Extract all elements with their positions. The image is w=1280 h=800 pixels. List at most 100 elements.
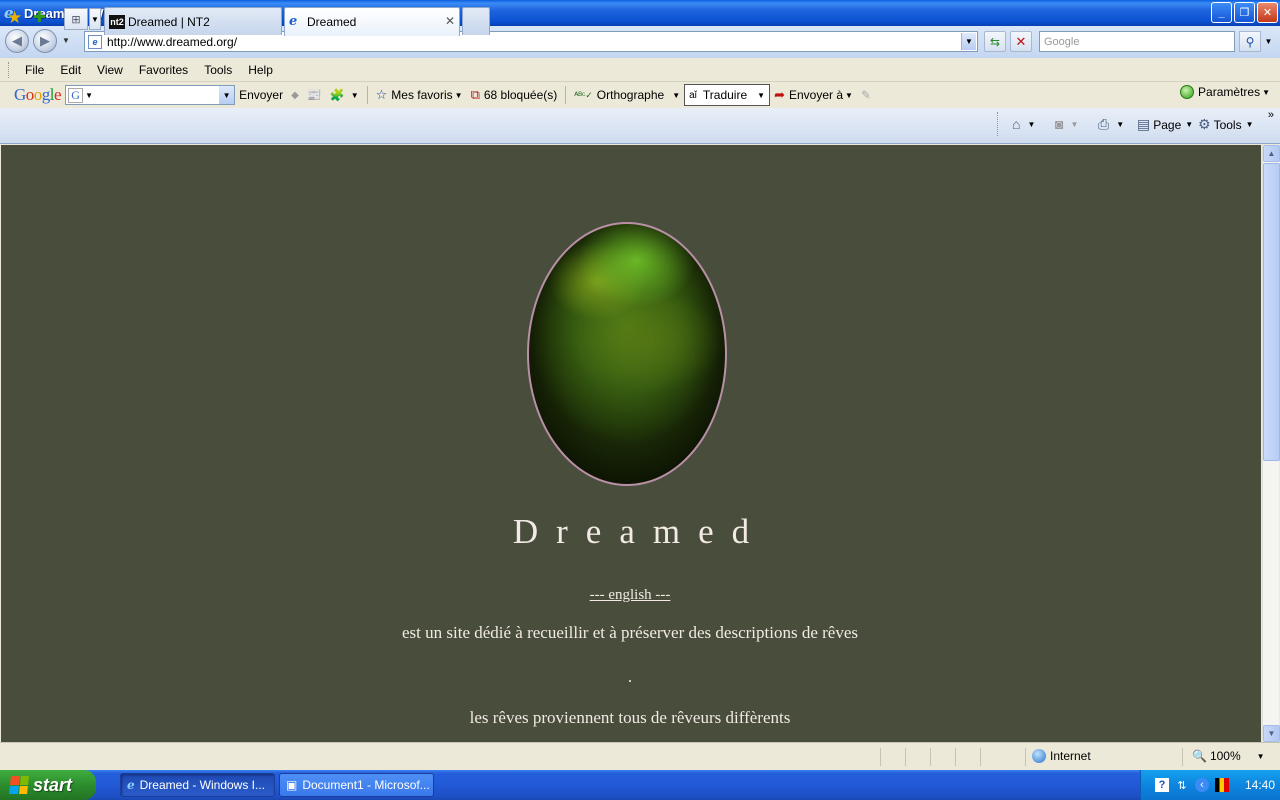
status-divider (880, 748, 881, 766)
zoom-dropdown-icon[interactable]: ▼ (1257, 752, 1265, 761)
news-icon[interactable]: 📰 (303, 84, 326, 106)
address-dropdown-icon[interactable]: ▼ (961, 33, 976, 50)
new-tab-button[interactable] (462, 7, 490, 35)
gear-icon: ⚙ (1198, 116, 1211, 132)
forward-button[interactable]: ▶ (33, 29, 57, 53)
toolbar-separator-icon: ◆ (291, 89, 299, 101)
tab-list-dropdown[interactable]: ▼ (89, 8, 101, 30)
minimize-icon[interactable]: _ (1211, 2, 1232, 23)
nt2-favicon-icon: nt2 (109, 14, 125, 29)
page-content: Dreamed --- english --- est un site dédi… (1, 145, 1261, 742)
tab-bar (0, 108, 1280, 144)
ie-favicon-icon: e (289, 14, 298, 29)
language-flag-icon[interactable] (1215, 778, 1229, 792)
menu-view[interactable]: View (89, 63, 131, 77)
network-icon[interactable]: ⇅ (1175, 778, 1189, 792)
quick-tabs-button[interactable]: ⊞ (64, 8, 88, 30)
more-commands-icon[interactable]: » (1268, 109, 1274, 121)
search-input[interactable]: Google (1039, 31, 1235, 52)
orthographe-button[interactable]: ᴬᴮᶜ✓ Orthographe ▼ (570, 84, 684, 106)
tools-menu[interactable]: ⚙ Tools ▼ (1198, 116, 1254, 133)
menu-file[interactable]: File (17, 63, 52, 77)
taskbar: start e Dreamed - Windows I... ▣ Documen… (0, 770, 1280, 800)
menu-help[interactable]: Help (240, 63, 281, 77)
security-zone[interactable]: Internet (1032, 749, 1091, 763)
separator-dot: . (627, 667, 633, 686)
status-divider (1025, 748, 1026, 766)
start-button[interactable]: start (0, 770, 96, 800)
globe-icon (1032, 749, 1046, 763)
page-icon: ▤ (1137, 116, 1151, 132)
search-placeholder: Google (1044, 35, 1080, 48)
stop-button[interactable]: ✕ (1010, 31, 1032, 52)
page-menu[interactable]: ▤ Page ▼ (1137, 116, 1193, 133)
google-g-icon[interactable]: G (68, 87, 84, 103)
traduire-button[interactable]: aǐ Traduire ▼ (684, 84, 771, 106)
dream-egg-image (527, 222, 727, 486)
site-description-2: les rêves proviennent tous de rêveurs di… (469, 708, 791, 727)
windows-logo-icon (9, 776, 29, 794)
popup-blocker-icon: ⧉ (470, 87, 480, 102)
search-icon[interactable]: ⚲ (1239, 31, 1261, 52)
page-icon: e (88, 34, 102, 49)
scroll-down-icon[interactable]: ▼ (1263, 725, 1280, 742)
clock[interactable]: 14:40 (1245, 778, 1275, 792)
vertical-scrollbar[interactable]: ▲ ▼ (1262, 145, 1280, 742)
star-outline-icon: ☆ (375, 87, 388, 102)
menu-edit[interactable]: Edit (52, 63, 89, 77)
google-search-dropdown-icon[interactable]: ▼ (219, 86, 235, 104)
google-logo[interactable]: Google (14, 85, 62, 105)
close-tab-icon[interactable]: ✕ (445, 14, 455, 28)
toolbar-divider (366, 86, 368, 104)
scroll-thumb[interactable] (1263, 163, 1280, 461)
help-icon[interactable]: ? (1155, 778, 1169, 792)
site-title: Dreamed (512, 512, 768, 551)
tab-dreamed-nt2[interactable]: nt2 Dreamed | NT2 (104, 7, 282, 35)
refresh-button[interactable]: ⇆ (984, 31, 1006, 52)
rss-icon: ◙ (1055, 116, 1064, 132)
recent-pages-dropdown[interactable]: ▼ (62, 36, 70, 45)
google-g-dropdown-icon[interactable]: ▼ (85, 91, 93, 100)
spellcheck-icon: ᴬᴮᶜ✓ (574, 89, 593, 100)
add-favorites-icon[interactable]: ✚ (33, 8, 46, 26)
menu-bar: File Edit View Favorites Tools Help (0, 58, 1280, 82)
word-doc-icon: ▣ (286, 778, 298, 792)
menu-tools[interactable]: Tools (196, 63, 240, 77)
google-envoyer-button[interactable]: Envoyer (235, 84, 287, 106)
search-options-dropdown[interactable]: ▼ (1262, 31, 1275, 52)
show-hidden-icons-icon[interactable]: ‹ (1195, 778, 1209, 792)
zoom-level[interactable]: 🔍 100% ▼ (1192, 749, 1265, 763)
taskbar-item-ie[interactable]: e Dreamed - Windows I... (120, 773, 275, 797)
mes-favoris-button[interactable]: ☆ Mes favoris ▼ (372, 84, 467, 106)
close-icon[interactable]: ✕ (1257, 2, 1278, 23)
status-divider (930, 748, 931, 766)
highlighter-icon[interactable]: ✎ (857, 84, 875, 106)
puzzle-icon[interactable]: 🧩 ▼ (326, 84, 363, 106)
back-button[interactable]: ◀ (5, 29, 29, 53)
window-controls: _ ❐ ✕ (1211, 2, 1278, 23)
status-divider (905, 748, 906, 766)
ie-icon: e (127, 778, 135, 792)
send-to-icon: ➦ (774, 87, 785, 102)
google-toolbar: Google G ▼ ▼ Envoyer ◆ 📰 🧩 ▼ ☆ Mes favoris… (0, 82, 1280, 108)
toolbar-divider (565, 86, 567, 104)
popup-blocked-button[interactable]: ⧉ 68 bloquée(s) (467, 84, 562, 106)
english-link[interactable]: --- english --- (1, 587, 1259, 604)
google-search-input[interactable]: G ▼ ▼ (65, 85, 236, 105)
toolbar-grip[interactable] (8, 61, 11, 78)
site-description: est un site dédié à recueillir et à prés… (402, 623, 858, 642)
scroll-up-icon[interactable]: ▲ (1263, 145, 1280, 162)
parametres-button[interactable]: Paramètres ▼ (1180, 85, 1270, 99)
home-button[interactable]: ⌂ ▼ (1012, 116, 1035, 132)
status-divider (1182, 748, 1183, 766)
taskbar-item-word[interactable]: ▣ Document1 - Microsof... (279, 773, 434, 797)
print-button[interactable]: ⎙ ▼ (1098, 116, 1124, 133)
command-bar-divider (997, 112, 998, 136)
tab-dreamed[interactable]: e Dreamed ✕ (284, 7, 460, 36)
system-tray: ? ⇅ ‹ 14:40 (1140, 770, 1280, 800)
feeds-button[interactable]: ◙ ▼ (1055, 116, 1078, 132)
restore-icon[interactable]: ❐ (1234, 2, 1255, 23)
envoyer-a-button[interactable]: ➦ Envoyer à ▼ (770, 84, 857, 106)
menu-favorites[interactable]: Favorites (131, 63, 196, 77)
favorites-center-icon[interactable]: ★ (7, 8, 22, 28)
